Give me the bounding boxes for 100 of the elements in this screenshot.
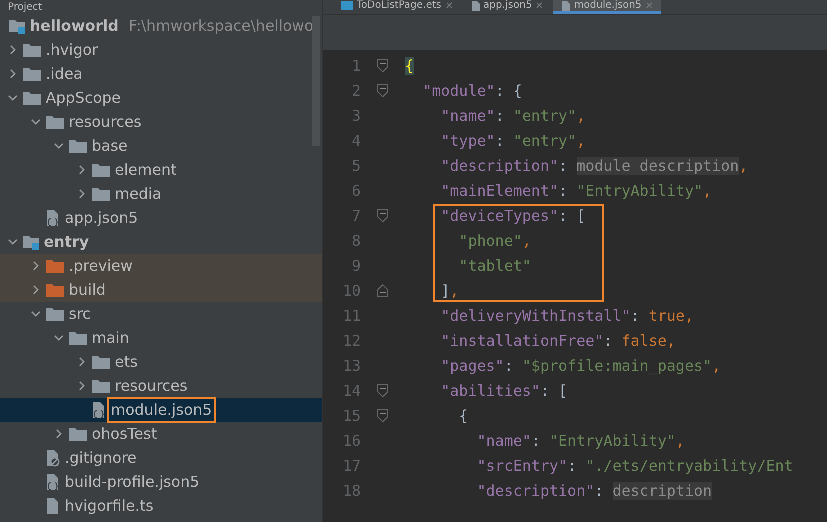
tree-item[interactable]: build (0, 278, 322, 302)
chevron-icon[interactable] (77, 189, 87, 199)
tree-item-label: hvigorfile.ts (65, 497, 154, 515)
tree-item[interactable]: .gitignore (0, 446, 322, 470)
tree-item[interactable]: module.json5 (0, 398, 322, 422)
tree-item-label: .gitignore (65, 449, 137, 467)
tree-item-label: entry (44, 233, 90, 251)
code-token: "type" (440, 132, 496, 150)
tree-item-label: media (115, 185, 162, 203)
tree-item[interactable]: helloworld F:\hmworkspace\hellowo (0, 14, 322, 38)
chevron-icon[interactable] (8, 237, 18, 247)
chevron-icon[interactable] (54, 429, 64, 439)
code-token: "deliveryWithInstall" (440, 306, 631, 324)
tree-item[interactable]: .hvigor (0, 38, 322, 62)
code-token: , (712, 356, 722, 374)
tree-item[interactable]: main (0, 326, 322, 350)
folder-icon (68, 426, 88, 442)
tree-item-label: build (69, 281, 106, 299)
code-token: : (531, 432, 542, 450)
editor-tab[interactable]: app.json5 (462, 0, 552, 14)
json-file-icon (470, 0, 480, 10)
ignore-file-icon (45, 449, 61, 467)
tree-item-label: .hvigor (46, 41, 98, 59)
code-token: , (676, 432, 685, 450)
tree-item[interactable]: build-profile.json5 (0, 470, 322, 494)
tree-item[interactable]: media (0, 182, 322, 206)
line-number: 7 (350, 206, 361, 224)
code-token: true, (648, 306, 694, 324)
tree-item[interactable]: .idea (0, 62, 322, 86)
line-number: 6 (350, 182, 361, 200)
tree-item[interactable]: resources (0, 110, 322, 134)
code-token: "phone" (458, 232, 522, 250)
tree-item[interactable]: AppScope (0, 86, 322, 110)
module-folder-icon (22, 234, 40, 250)
chevron-icon[interactable] (77, 357, 87, 367)
folder-icon (68, 138, 88, 154)
chevron-icon[interactable] (54, 333, 64, 343)
fold-marker-icon[interactable] (377, 208, 389, 222)
close-icon[interactable] (446, 2, 452, 9)
code-token: "tablet" (458, 256, 532, 274)
code-token: "installationFree" (440, 332, 604, 350)
chevron-icon[interactable] (8, 45, 18, 55)
tree-item[interactable]: ets (0, 350, 322, 374)
chevron-icon[interactable] (31, 261, 41, 271)
folder-icon (22, 90, 42, 106)
code-token: : (630, 306, 641, 324)
code-token: , (739, 156, 748, 174)
tree-item[interactable]: base (0, 134, 322, 158)
tree-item[interactable]: src (0, 302, 322, 326)
tree-item[interactable]: resources (0, 374, 322, 398)
module-folder-icon (8, 18, 26, 34)
tree-item[interactable]: ohosTest (0, 422, 322, 446)
tree-item[interactable]: .preview (0, 254, 322, 278)
ets-file-icon (341, 1, 353, 10)
json-file-icon (45, 473, 61, 491)
tree-item-label: resources (69, 113, 142, 131)
folder-icon (45, 306, 65, 322)
code-token: "description" (476, 482, 595, 500)
fold-marker-icon[interactable] (377, 58, 389, 72)
code-token: "entry" (513, 106, 577, 124)
editor-tab[interactable]: module.json5 (553, 0, 661, 14)
close-icon[interactable] (536, 2, 544, 9)
code-token: "pages" (440, 356, 504, 374)
code-token: "./ets/entryability/Ent (586, 456, 794, 474)
code-token: "abilities" (440, 382, 540, 400)
fold-marker-icon[interactable] (377, 384, 389, 398)
code-token: , (522, 232, 532, 250)
chevron-icon[interactable] (31, 117, 41, 127)
chevron-icon[interactable] (8, 93, 18, 103)
tree-item-label: ets (115, 353, 138, 371)
chevron-icon[interactable] (8, 69, 18, 79)
fold-marker-icon[interactable] (377, 408, 389, 422)
fold-marker-icon[interactable] (377, 284, 389, 298)
folder-icon (91, 186, 111, 202)
code-token: "EntryAbility" (550, 432, 676, 450)
code-token: : (504, 356, 514, 374)
tree-item-label: AppScope (46, 89, 121, 107)
folder-icon (91, 378, 111, 394)
tree-item[interactable]: element (0, 158, 322, 182)
code-token: false, (622, 332, 676, 350)
line-number: 5 (350, 156, 361, 174)
editor-tab[interactable]: ToDoListPage.ets (333, 0, 460, 14)
line-number: 14 (342, 382, 361, 400)
tree-item[interactable]: hvigorfile.ts (0, 494, 322, 518)
line-number: 1 (350, 56, 361, 74)
chevron-icon[interactable] (31, 309, 41, 319)
chevron-icon[interactable] (77, 165, 87, 175)
line-number: 18 (342, 482, 361, 500)
json-file-icon (91, 401, 107, 419)
tree-item[interactable]: app.json5 (0, 206, 322, 230)
fold-marker-icon[interactable] (377, 84, 389, 98)
code-token: : (604, 332, 614, 350)
chevron-icon[interactable] (31, 285, 41, 295)
line-number: 2 (350, 82, 361, 100)
line-number: 12 (342, 332, 361, 350)
code-token: : (558, 182, 569, 200)
code-token: description (612, 482, 712, 500)
tree-item[interactable]: entry (0, 230, 322, 254)
chevron-icon[interactable] (54, 141, 64, 151)
chevron-icon[interactable] (77, 381, 87, 391)
